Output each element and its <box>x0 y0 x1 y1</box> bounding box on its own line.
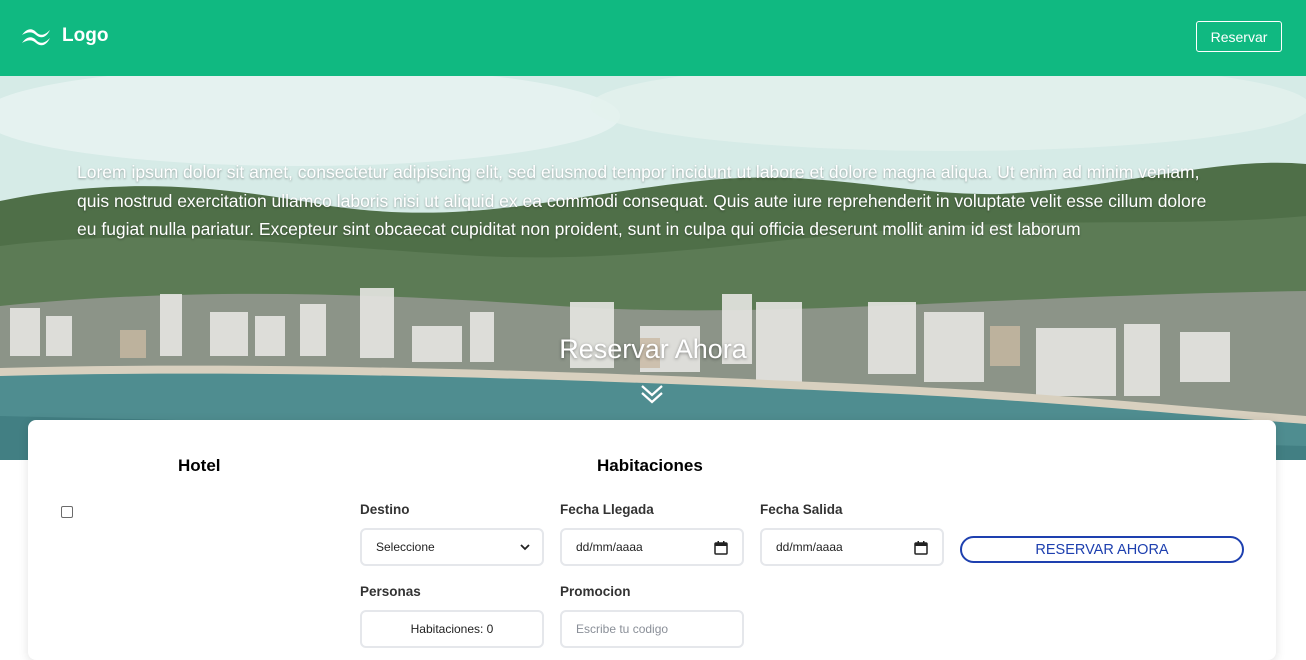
personas-value: Habitaciones: 0 <box>410 622 494 636</box>
hero-paragraph: Lorem ipsum dolor sit amet, consectetur … <box>77 162 1207 239</box>
reservar-button[interactable]: Reservar <box>1196 21 1282 52</box>
tab-hotel[interactable]: Hotel <box>178 456 221 476</box>
calendar-icon[interactable] <box>714 541 728 555</box>
top-navbar: Logo Reservar <box>0 0 1306 76</box>
hero-banner: Lorem ipsum dolor sit amet, consectetur … <box>0 76 1306 460</box>
logo-wave-icon <box>22 29 50 46</box>
promocion-input[interactable]: Escribe tu codigo <box>560 610 744 648</box>
promocion-placeholder: Escribe tu codigo <box>576 622 669 636</box>
chevron-double-down-icon[interactable] <box>640 382 664 406</box>
personas-selector[interactable]: Habitaciones: 0 <box>360 610 544 648</box>
personas-label: Personas <box>360 584 421 599</box>
hotel-checkbox[interactable] <box>61 506 73 518</box>
promocion-label: Promocion <box>560 584 631 599</box>
logo-text: Logo <box>62 25 109 46</box>
calendar-icon[interactable] <box>914 541 928 555</box>
fecha-salida-value: dd/mm/aaaa <box>776 540 843 554</box>
reservar-ahora-link[interactable]: Reservar Ahora <box>0 334 1306 365</box>
fecha-llegada-label: Fecha Llegada <box>560 502 654 517</box>
tab-habitaciones[interactable]: Habitaciones <box>597 456 703 476</box>
fecha-salida-input[interactable]: dd/mm/aaaa <box>760 528 944 566</box>
booking-card: Hotel Habitaciones Destino Seleccione Fe… <box>28 420 1276 660</box>
chevron-down-icon <box>520 544 530 551</box>
fecha-salida-label: Fecha Salida <box>760 502 843 517</box>
reservar-ahora-button[interactable]: RESERVAR AHORA <box>960 536 1244 563</box>
destino-select-value: Seleccione <box>376 540 435 554</box>
destino-label: Destino <box>360 502 410 517</box>
fecha-llegada-value: dd/mm/aaaa <box>576 540 643 554</box>
logo[interactable]: Logo <box>20 24 108 48</box>
fecha-llegada-input[interactable]: dd/mm/aaaa <box>560 528 744 566</box>
destino-select[interactable]: Seleccione <box>360 528 544 566</box>
